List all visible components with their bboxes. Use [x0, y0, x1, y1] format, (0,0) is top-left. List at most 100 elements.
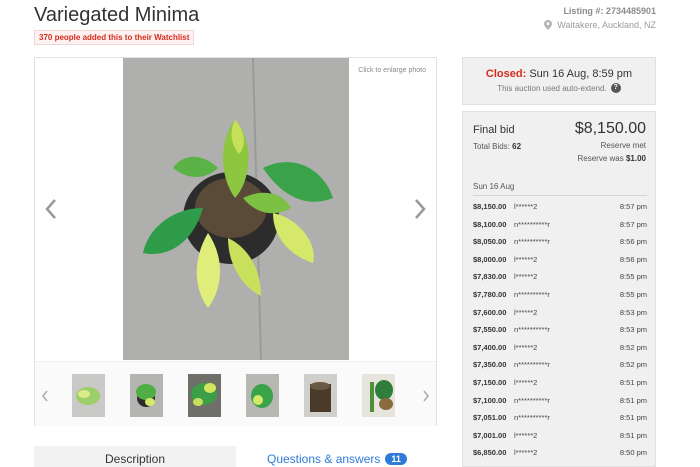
thumbnail[interactable]: [304, 374, 337, 417]
bid-time: 8:50 pm: [620, 462, 647, 466]
reserve-was: Reserve was $1.00: [577, 154, 646, 163]
photo-gallery: Click to enlarge photo: [34, 57, 437, 426]
bid-amount: $8,050.00: [473, 237, 507, 247]
watchlist-badge: 370 people added this to their Watchlist: [34, 30, 195, 45]
bid-row: $8,150.00 l******2 8:57 pm: [473, 198, 647, 216]
bid-time: 8:51 pm: [619, 395, 647, 405]
bid-history-panel: Final bid $8,150.00 Total Bids: 62 Reser…: [462, 111, 656, 467]
thumbnail[interactable]: [246, 374, 279, 417]
bidder-name: l******2: [514, 272, 538, 282]
chevron-left-icon[interactable]: [43, 198, 59, 220]
bid-row: $6,800.00 n**********r 8:50 pm: [473, 462, 647, 466]
bid-row: $8,100.00 n**********r 8:57 pm: [473, 216, 647, 234]
bid-time: 8:55 pm: [619, 272, 647, 282]
bid-row: $7,550.00 n**********r 8:53 pm: [473, 321, 647, 339]
enlarge-hint[interactable]: Click to enlarge photo: [358, 67, 426, 74]
chevron-right-icon[interactable]: [422, 390, 430, 402]
bid-amount: $7,100.00: [473, 395, 507, 405]
final-bid-label: Final bid: [473, 124, 515, 136]
bidder-name: n**********r: [514, 290, 550, 299]
total-bids-count: 62: [512, 142, 522, 151]
total-bids-label: Total Bids:: [473, 142, 510, 151]
thumbnail[interactable]: [72, 374, 105, 417]
bid-amount: $7,600.00: [473, 307, 507, 317]
bid-amount: $7,550.00: [473, 325, 507, 335]
bidder-name: l******2: [514, 448, 538, 458]
bid-time: 8:55 pm: [619, 290, 647, 299]
bidder-name: l******2: [514, 430, 538, 440]
bidder-name: n**********r: [514, 360, 550, 370]
bidder-name: l******2: [514, 307, 538, 317]
bidder-name: l******2: [514, 342, 538, 352]
location-pin-icon: [544, 20, 553, 30]
tab-questions-answers[interactable]: Questions & answers 11: [267, 452, 407, 466]
bid-amount: $8,000.00: [473, 254, 507, 264]
listing-number: Listing #: 2734485901: [563, 6, 656, 16]
bid-row: $7,350.00 n**********r 8:52 pm: [473, 356, 647, 374]
bid-time: 8:53 pm: [619, 325, 647, 335]
bid-time: 8:52 pm: [619, 360, 647, 370]
thumbnail[interactable]: [130, 374, 163, 417]
bidder-name: n**********r: [514, 219, 550, 229]
bidder-name: n**********r: [514, 413, 550, 423]
bid-time: 8:57 pm: [619, 202, 647, 211]
reserve-met: Reserve met: [600, 141, 646, 150]
thumbnail[interactable]: [362, 374, 395, 417]
bid-time: 8:51 pm: [619, 378, 647, 387]
tab-questions-label: Questions & answers: [267, 452, 381, 466]
location-text: Waitakere, Auckland, NZ: [557, 20, 656, 30]
closed-time: Sun 16 Aug, 8:59 pm: [529, 68, 633, 80]
bidder-name: n**********r: [514, 395, 550, 405]
bid-amount: $7,150.00: [473, 378, 507, 387]
bid-amount: $6,850.00: [473, 448, 507, 458]
final-bid-amount: $8,150.00: [574, 120, 646, 137]
bid-row: $7,100.00 n**********r 8:51 pm: [473, 392, 647, 410]
bid-time: 8:53 pm: [619, 307, 647, 317]
bid-row: $7,830.00 l******2 8:55 pm: [473, 268, 647, 286]
bidder-name: n**********r: [514, 462, 550, 466]
bid-time: 8:57 pm: [619, 219, 647, 229]
auction-closed-panel: Closed: Sun 16 Aug, 8:59 pm This auction…: [462, 57, 656, 105]
bid-row: $7,600.00 l******2 8:53 pm: [473, 304, 647, 322]
chevron-right-icon[interactable]: [412, 198, 428, 220]
bid-row: $7,001.00 l******2 8:51 pm: [473, 427, 647, 445]
bid-amount: $8,100.00: [473, 219, 507, 229]
questions-count-badge: 11: [385, 453, 407, 465]
bid-time: 8:56 pm: [619, 254, 647, 264]
bidder-name: n**********r: [514, 325, 550, 335]
bidder-name: l******2: [514, 254, 538, 264]
bid-row: $6,850.00 l******2 8:50 pm: [473, 444, 647, 462]
tab-description[interactable]: Description: [34, 446, 236, 467]
chevron-left-icon[interactable]: [41, 390, 49, 402]
bid-amount: $8,150.00: [473, 202, 507, 211]
bid-row: $8,050.00 n**********r 8:56 pm: [473, 233, 647, 251]
bid-amount: $7,780.00: [473, 290, 507, 299]
bid-row: $8,000.00 l******2 8:56 pm: [473, 251, 647, 269]
bid-row: $7,780.00 n**********r 8:55 pm: [473, 286, 647, 304]
bid-row: $7,150.00 l******2 8:51 pm: [473, 374, 647, 392]
closed-label: Closed:: [485, 68, 527, 80]
thumbnail[interactable]: [188, 374, 221, 417]
bidder-name: l******2: [514, 378, 538, 387]
bid-amount: $6,800.00: [473, 462, 506, 466]
bidder-name: n**********r: [514, 237, 550, 247]
bid-row: $7,400.00 l******2 8:52 pm: [473, 339, 647, 357]
autoextend-note: This auction used auto-extend.: [497, 83, 607, 93]
bid-time: 8:52 pm: [619, 342, 647, 352]
reserve-was-label: Reserve was: [577, 154, 624, 163]
help-icon[interactable]: ?: [610, 83, 621, 93]
location: Waitakere, Auckland, NZ: [544, 20, 656, 30]
listing-title: Variegated Minima: [34, 4, 200, 26]
thumbnail-strip: [35, 361, 436, 426]
main-photo[interactable]: [123, 58, 349, 360]
bid-amount: $7,051.00: [473, 413, 507, 423]
bid-amount: $7,350.00: [473, 360, 507, 370]
bid-time: 8:51 pm: [619, 413, 647, 423]
bid-amount: $7,830.00: [473, 272, 507, 282]
bid-time: 8:56 pm: [619, 237, 647, 247]
bid-time: 8:50 pm: [619, 448, 647, 458]
total-bids: Total Bids: 62: [473, 142, 521, 151]
reserve-was-amount: $1.00: [625, 154, 646, 163]
bid-time: 8:51 pm: [619, 430, 647, 440]
bid-date-heading: Sun 16 Aug: [473, 182, 647, 196]
